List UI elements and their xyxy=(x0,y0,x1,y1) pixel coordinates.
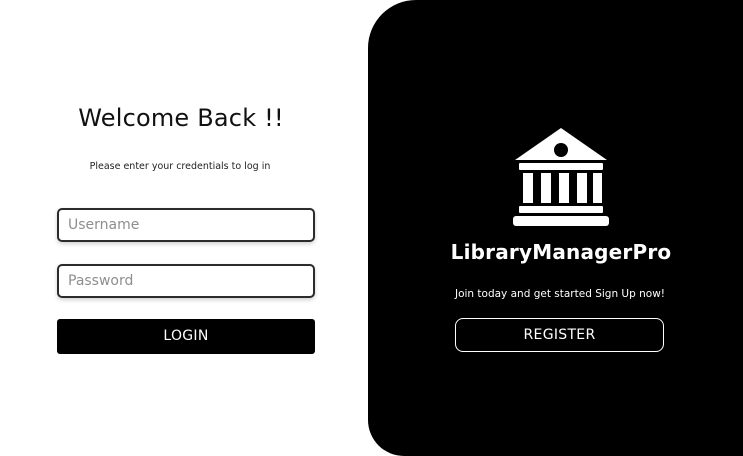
login-page: Welcome Back !! Please enter your creden… xyxy=(0,0,743,456)
page-title: Welcome Back !! xyxy=(78,104,284,132)
register-button[interactable]: REGISTER xyxy=(455,318,664,352)
brand-tagline: Join today and get started Sign Up now! xyxy=(454,288,665,300)
username-input[interactable] xyxy=(57,208,315,242)
login-subtitle: Please enter your credentials to log in xyxy=(89,161,271,172)
brand-panel: LibraryManagerPro Join today and get sta… xyxy=(368,0,743,456)
brand-name: LibraryManagerPro xyxy=(450,240,672,264)
login-panel: Welcome Back !! Please enter your creden… xyxy=(0,0,368,456)
login-button[interactable]: LOGIN xyxy=(57,319,315,354)
library-building-icon xyxy=(513,128,609,226)
password-input[interactable] xyxy=(57,264,315,298)
